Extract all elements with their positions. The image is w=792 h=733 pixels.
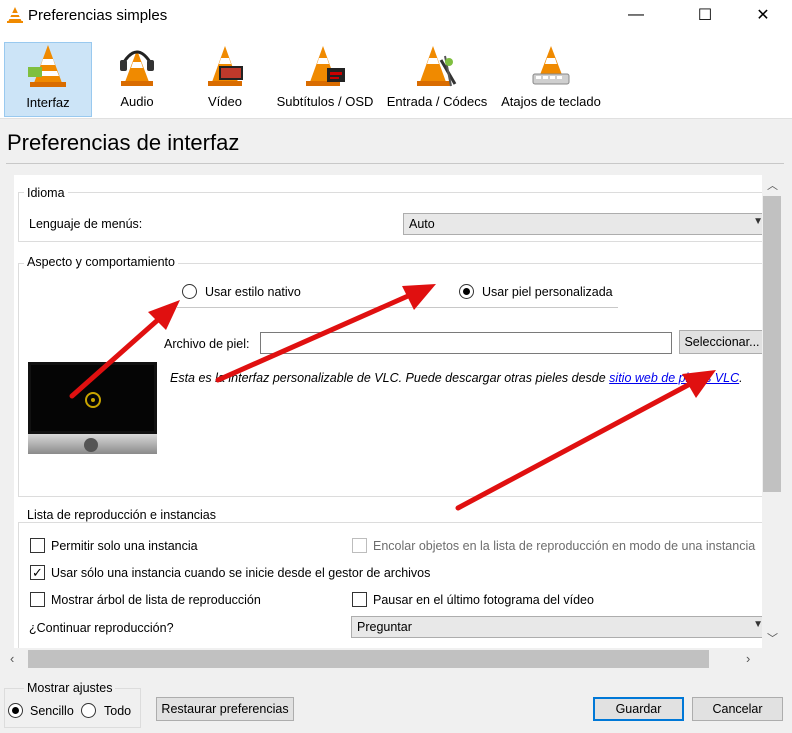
chevron-down-icon: ▼ bbox=[753, 619, 762, 630]
group-title: Idioma bbox=[24, 186, 68, 200]
vlc-cone-subtitles-icon bbox=[306, 46, 345, 86]
close-button[interactable]: ✕ bbox=[740, 0, 786, 30]
close-icon: ✕ bbox=[756, 7, 770, 24]
skin-preview-image bbox=[28, 362, 157, 454]
button-label: Restaurar preferencias bbox=[161, 702, 289, 716]
select-value: Auto bbox=[409, 217, 435, 231]
info-text: Esta es la interfaz personalizable de VL… bbox=[170, 371, 606, 385]
file-manager-instance-checkbox[interactable]: ✓ bbox=[30, 565, 45, 580]
minimize-icon: — bbox=[628, 6, 644, 23]
vlc-cone-hotkeys-icon bbox=[532, 46, 570, 85]
tab-label: Interfaz bbox=[26, 95, 70, 110]
group-title: Aspecto y comportamiento bbox=[24, 255, 178, 269]
tab-label: Entrada / Códecs bbox=[386, 94, 488, 109]
button-label: Seleccionar... bbox=[684, 335, 760, 349]
custom-skin-label[interactable]: Usar piel personalizada bbox=[482, 285, 613, 299]
tab-label: Atajos de teclado bbox=[501, 94, 601, 109]
vlc-cone-video-icon bbox=[208, 46, 243, 86]
vlc-cone-codecs-icon bbox=[417, 46, 457, 87]
button-label: Cancelar bbox=[712, 702, 763, 716]
native-style-radio[interactable] bbox=[182, 284, 197, 299]
settings-panel: Idioma Lenguaje de menús: Auto ▼ Aspecto… bbox=[14, 175, 762, 648]
button-label: Guardar bbox=[615, 702, 662, 716]
vertical-scrollbar[interactable]: ︿ ﹀ bbox=[762, 175, 782, 648]
chevron-down-icon: ▼ bbox=[753, 216, 762, 227]
tab-entrada-codecs[interactable]: Entrada / Códecs bbox=[384, 42, 490, 117]
show-settings-title: Mostrar ajustes bbox=[24, 681, 116, 695]
scroll-right-icon[interactable]: › bbox=[746, 651, 750, 666]
minimize-button[interactable]: — bbox=[613, 0, 659, 30]
single-instance-label[interactable]: Permitir solo una instancia bbox=[51, 539, 198, 553]
select-value: Preguntar bbox=[357, 620, 412, 634]
group-title: Lista de reproducción e instancias bbox=[24, 508, 220, 522]
maximize-button[interactable]: ☐ bbox=[682, 0, 728, 30]
menu-language-select[interactable]: Auto ▼ bbox=[403, 213, 762, 235]
pause-last-frame-checkbox[interactable] bbox=[352, 592, 367, 607]
vlc-cone-interface-icon bbox=[28, 45, 66, 87]
tab-label: Vídeo bbox=[208, 94, 242, 109]
skin-info-text: Esta es la interfaz personalizable de VL… bbox=[170, 371, 743, 385]
tab-subtitulos[interactable]: Subtítulos / OSD bbox=[272, 42, 378, 117]
scroll-thumb[interactable] bbox=[28, 650, 709, 668]
simple-label[interactable]: Sencillo bbox=[30, 704, 74, 718]
checkmark-icon: ✓ bbox=[32, 565, 43, 580]
title-bar: Preferencias simples — ☐ ✕ bbox=[0, 0, 792, 31]
all-radio[interactable] bbox=[81, 703, 96, 718]
divider bbox=[6, 163, 784, 164]
save-button[interactable]: Guardar bbox=[593, 697, 684, 721]
vlc-cone-headphones-icon bbox=[120, 50, 154, 86]
scroll-down-icon[interactable]: ﹀ bbox=[767, 630, 778, 646]
tab-audio[interactable]: Audio bbox=[100, 42, 174, 117]
cancel-button[interactable]: Cancelar bbox=[692, 697, 783, 721]
file-manager-instance-label[interactable]: Usar sólo una instancia cuando se inicie… bbox=[51, 566, 430, 580]
window-title: Preferencias simples bbox=[28, 7, 168, 24]
single-instance-checkbox[interactable] bbox=[30, 538, 45, 553]
continue-playback-select[interactable]: Preguntar ▼ bbox=[351, 616, 762, 638]
select-skin-button[interactable]: Seleccionar... bbox=[679, 330, 762, 354]
horizontal-scrollbar[interactable]: ‹ › bbox=[8, 648, 762, 670]
playlist-tree-label[interactable]: Mostrar árbol de lista de reproducción bbox=[51, 593, 261, 607]
scroll-left-icon[interactable]: ‹ bbox=[10, 651, 14, 666]
skin-file-label: Archivo de piel: bbox=[164, 337, 250, 351]
simple-radio[interactable] bbox=[8, 703, 23, 718]
tab-atajos[interactable]: Atajos de teclado bbox=[496, 42, 606, 117]
pause-last-frame-label[interactable]: Pausar en el último fotograma del vídeo bbox=[373, 593, 594, 607]
info-end: . bbox=[739, 371, 743, 385]
separator bbox=[177, 307, 618, 308]
tab-label: Audio bbox=[120, 94, 154, 109]
all-label[interactable]: Todo bbox=[104, 704, 131, 718]
page-title: Preferencias de interfaz bbox=[7, 130, 240, 155]
playlist-tree-checkbox[interactable] bbox=[30, 592, 45, 607]
scroll-thumb[interactable] bbox=[763, 196, 781, 492]
skins-website-link[interactable]: sitio web de pieles VLC bbox=[609, 371, 739, 385]
vlc-logo-icon bbox=[7, 7, 23, 23]
scroll-up-icon[interactable]: ︿ bbox=[767, 177, 778, 193]
tab-video[interactable]: Vídeo bbox=[188, 42, 262, 117]
maximize-icon: ☐ bbox=[697, 7, 713, 24]
continue-playback-label: ¿Continuar reproducción? bbox=[29, 621, 174, 635]
enqueue-label: Encolar objetos en la lista de reproducc… bbox=[373, 539, 756, 553]
native-style-label[interactable]: Usar estilo nativo bbox=[205, 285, 301, 299]
skin-file-input[interactable] bbox=[260, 332, 672, 354]
tab-interfaz[interactable]: Interfaz bbox=[4, 42, 92, 117]
vlc-skin-logo-icon bbox=[85, 392, 101, 408]
reset-preferences-button[interactable]: Restaurar preferencias bbox=[156, 697, 294, 721]
tab-label: Subtítulos / OSD bbox=[276, 94, 374, 109]
menu-language-label: Lenguaje de menús: bbox=[29, 217, 143, 231]
enqueue-checkbox bbox=[352, 538, 367, 553]
custom-skin-radio[interactable] bbox=[459, 284, 474, 299]
